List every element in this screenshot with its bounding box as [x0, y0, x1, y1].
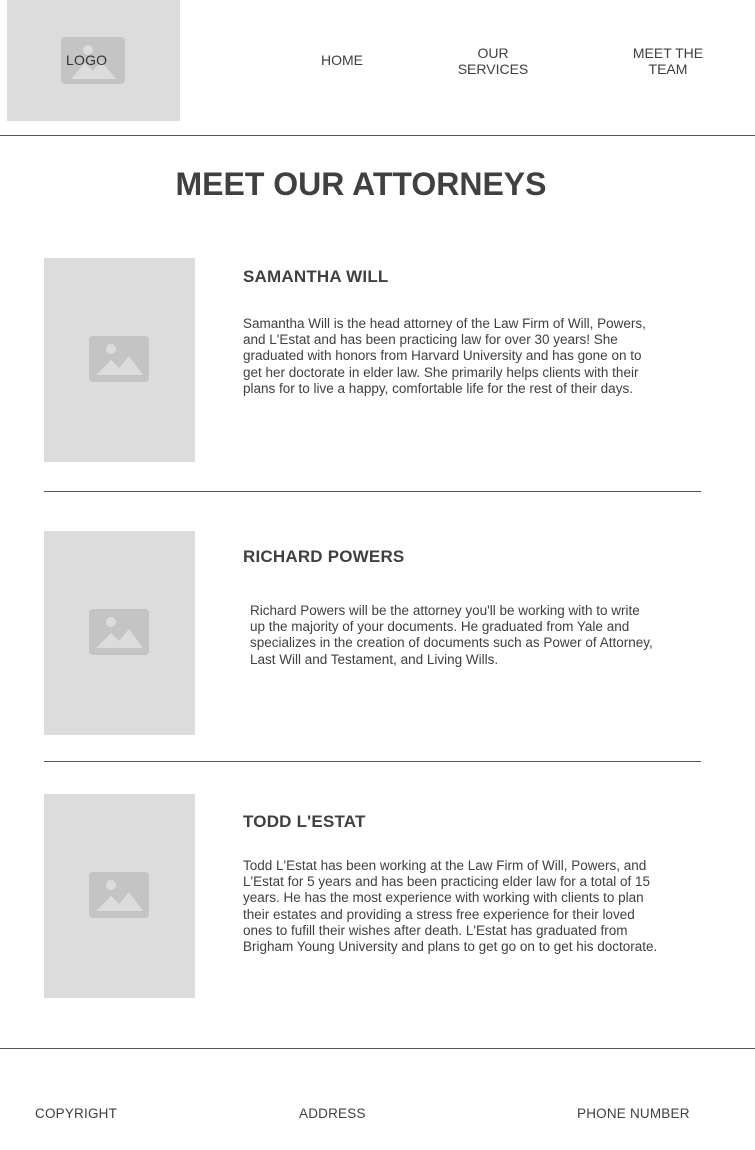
image-placeholder-icon [89, 872, 149, 918]
nav-services-label-line2: SERVICES [457, 61, 529, 77]
nav-team-label-line1: MEET THE [632, 45, 704, 61]
attorney-name: TODD L'ESTAT [243, 812, 366, 831]
header-divider [0, 135, 755, 136]
nav-home-link[interactable]: HOME [302, 52, 382, 68]
page-title: MEET OUR ATTORNEYS [175, 166, 547, 202]
image-placeholder-icon [89, 609, 149, 655]
nav-home-label: HOME [321, 52, 363, 68]
attorney-photo-placeholder [44, 258, 195, 462]
attorney-bio: Todd L'Estat has been working at the Law… [243, 858, 658, 955]
attorney-name: SAMANTHA WILL [243, 267, 389, 286]
attorney-photo-placeholder [44, 794, 195, 998]
image-placeholder-icon [89, 336, 149, 382]
attorney-bio: Samantha Will is the head attorney of th… [243, 316, 646, 396]
attorney-bio: Richard Powers will be the attorney you'… [250, 603, 653, 667]
section-divider [44, 491, 701, 492]
attorney-name: RICHARD POWERS [243, 547, 405, 566]
footer-divider [0, 1048, 755, 1049]
footer-address: ADDRESS [299, 1106, 366, 1121]
nav-our-services-link[interactable]: OUR SERVICES [443, 45, 543, 77]
nav-team-label-line2: TEAM [648, 61, 688, 77]
nav-services-label-line1: OUR [477, 45, 509, 61]
footer-copyright: COPYRIGHT [35, 1106, 118, 1121]
footer-phone-number: PHONE NUMBER [577, 1106, 690, 1121]
attorney-photo-placeholder [44, 531, 195, 735]
nav-meet-the-team-link[interactable]: MEET THE TEAM [618, 45, 718, 77]
logo-label: LOGO [66, 52, 108, 68]
section-divider [44, 761, 701, 762]
